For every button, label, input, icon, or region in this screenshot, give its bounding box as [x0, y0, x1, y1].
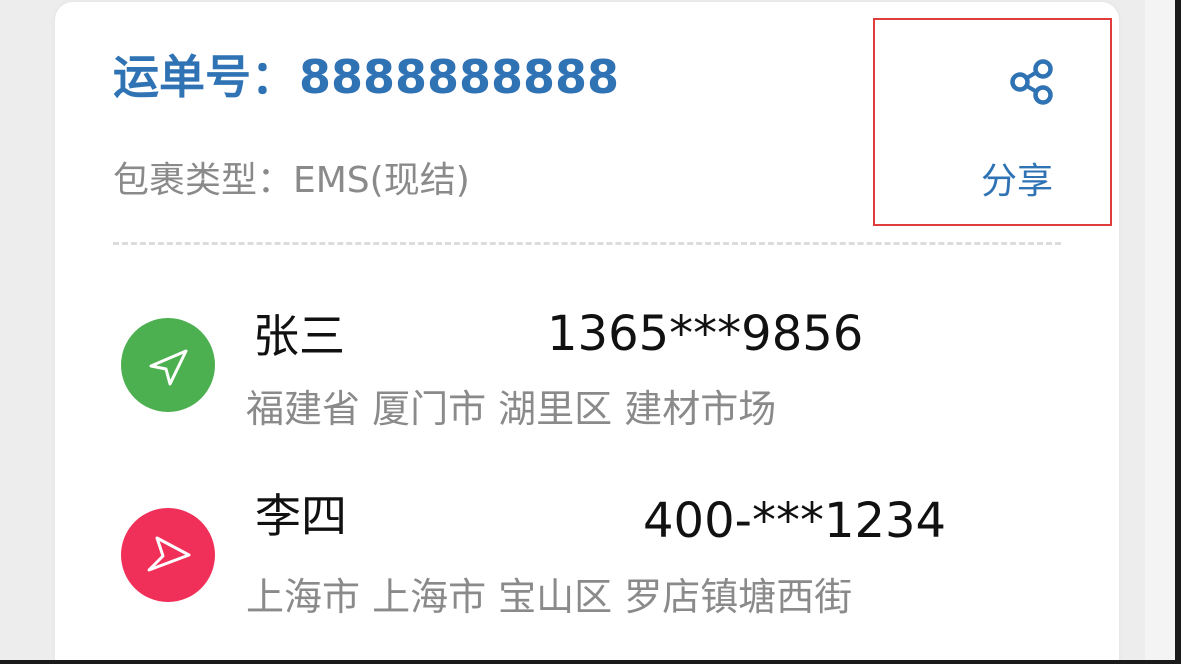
share-icon[interactable]	[1008, 58, 1056, 106]
receive-arrow-icon	[147, 536, 191, 572]
dashed-divider	[113, 242, 1061, 245]
share-label[interactable]: 分享	[981, 158, 1053, 206]
receiver-name: 李四	[255, 489, 347, 543]
waybill-row: 运单号：8888888888	[113, 47, 619, 107]
receiver-avatar	[121, 508, 215, 602]
background-strip	[1145, 0, 1175, 664]
screen-bottom-edge	[0, 660, 1181, 664]
receiver-address: 上海市 上海市 宝山区 罗店镇塘西街	[246, 575, 853, 619]
share-button[interactable]: 分享	[873, 18, 1112, 226]
waybill-card: 运单号：8888888888 包裹类型：EMS(现结) 分享 张三 1365**…	[55, 2, 1119, 664]
package-type: 包裹类型：EMS(现结)	[113, 160, 470, 201]
sender-name: 张三	[253, 309, 345, 363]
sender-phone[interactable]: 1365***9856	[547, 304, 863, 364]
receiver-phone[interactable]: 400-***1234	[643, 491, 946, 551]
waybill-label: 运单号：	[113, 50, 297, 104]
waybill-number[interactable]: 8888888888	[299, 50, 619, 104]
screen-edge	[1175, 0, 1181, 664]
sender-address: 福建省 厦门市 湖里区 建材市场	[246, 387, 777, 431]
sender-avatar	[121, 318, 215, 412]
send-arrow-icon	[149, 349, 188, 386]
